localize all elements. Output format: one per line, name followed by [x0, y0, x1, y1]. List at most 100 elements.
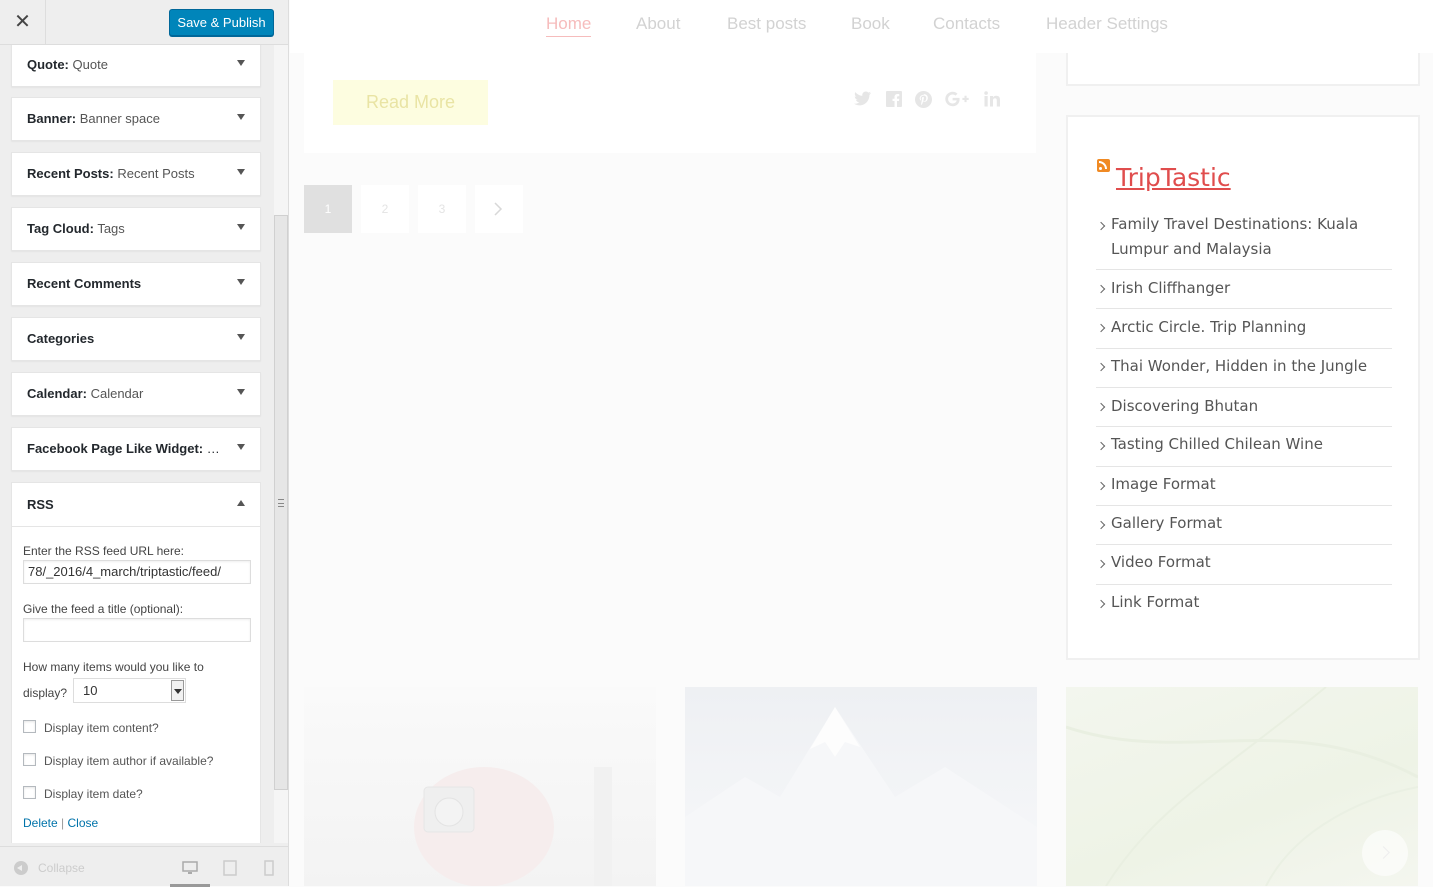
chevron-down-icon[interactable]: [237, 389, 245, 395]
chevron-down-icon[interactable]: [237, 334, 245, 340]
widget-banner[interactable]: Banner: Banner space: [11, 97, 261, 141]
pagination-page-3[interactable]: 3: [418, 185, 466, 233]
feed-item-link[interactable]: Family Travel Destinations: Kuala Lumpur…: [1111, 212, 1391, 262]
chevron-down-icon[interactable]: [237, 444, 245, 450]
rss-url-label: Enter the RSS feed URL here:: [23, 544, 184, 558]
rss-items-label: How many items would you like to: [23, 660, 204, 674]
save-publish-button[interactable]: Save & Publish: [169, 9, 274, 36]
nav-item-book[interactable]: Book: [851, 14, 890, 34]
feed-item[interactable]: Family Travel Destinations: Kuala Lumpur…: [1096, 212, 1392, 270]
nav-item-home[interactable]: Home: [546, 14, 592, 37]
desktop-icon[interactable]: [182, 860, 198, 876]
widget-title: Calendar: [90, 386, 144, 401]
chevron-down-icon[interactable]: [237, 114, 245, 120]
rss-icon[interactable]: [1097, 159, 1110, 172]
feed-item[interactable]: Link Format: [1096, 585, 1392, 624]
feed-item-link[interactable]: Image Format: [1111, 472, 1391, 497]
sidebar-scrollbar[interactable]: [274, 45, 288, 843]
feed-item-link[interactable]: Arctic Circle. Trip Planning: [1111, 315, 1391, 340]
read-more-button[interactable]: Read More: [333, 80, 488, 125]
display-date-label: Display item date?: [44, 787, 143, 801]
collapse-icon[interactable]: [14, 861, 28, 875]
feed-item[interactable]: Irish Cliffhanger: [1096, 270, 1392, 309]
feed-item[interactable]: Tasting Chilled Chilean Wine: [1096, 427, 1392, 467]
nav-item-best-posts[interactable]: Best posts: [727, 14, 806, 34]
display-author-checkbox[interactable]: [23, 753, 36, 766]
feed-item[interactable]: Gallery Format: [1096, 506, 1392, 545]
widget-rss-header[interactable]: RSS: [12, 483, 260, 527]
linkedin-icon[interactable]: [984, 91, 1000, 107]
widget-name: RSS: [27, 497, 54, 512]
rss-feed-widget: TripTastic Family Travel Destinations: K…: [1066, 115, 1420, 660]
widget-facebook-page-like[interactable]: Facebook Page Like Widget: F...: [11, 427, 261, 471]
chevron-right-icon: [1096, 362, 1106, 372]
rss-feed-title[interactable]: TripTastic: [1116, 163, 1231, 192]
post-thumbnail-camera[interactable]: [304, 687, 656, 886]
widget-rss: RSS Enter the RSS feed URL here: 78/_201…: [11, 482, 261, 843]
chevron-up-icon[interactable]: [237, 500, 245, 506]
widget-tag-cloud[interactable]: Tag Cloud: Tags: [11, 207, 261, 251]
sidebar-widget-above: [1066, 53, 1420, 86]
rss-items-value: 10: [83, 683, 98, 698]
nav-item-about[interactable]: About: [636, 14, 680, 34]
widget-title: F...: [206, 441, 222, 456]
feed-item[interactable]: Arctic Circle. Trip Planning: [1096, 309, 1392, 349]
feed-item[interactable]: Image Format: [1096, 467, 1392, 506]
widget-name: Quote:: [27, 57, 69, 72]
google-plus-icon[interactable]: [945, 91, 969, 107]
widget-calendar[interactable]: Calendar: Calendar: [11, 372, 261, 416]
rss-title-field[interactable]: [23, 618, 251, 642]
feed-item[interactable]: Discovering Bhutan: [1096, 388, 1392, 427]
rss-title-label: Give the feed a title (optional):: [23, 602, 184, 616]
chevron-down-icon[interactable]: [237, 169, 245, 175]
chevron-down-icon[interactable]: [237, 60, 245, 66]
nav-item-header-settings[interactable]: Header Settings: [1046, 14, 1168, 34]
widget-name: Tag Cloud:: [27, 221, 94, 236]
chevron-down-icon[interactable]: [171, 680, 184, 701]
pinterest-icon[interactable]: [915, 91, 932, 108]
slider-next-button[interactable]: [1362, 830, 1408, 876]
mobile-icon[interactable]: [261, 860, 277, 876]
pagination-page-2[interactable]: 2: [361, 185, 409, 233]
feed-item[interactable]: Thai Wonder, Hidden in the Jungle: [1096, 349, 1392, 388]
widget-title: Banner space: [79, 111, 160, 126]
close-link[interactable]: Close: [68, 816, 99, 830]
pagination-page-1[interactable]: 1: [304, 185, 352, 233]
feed-item-link[interactable]: Gallery Format: [1111, 511, 1391, 536]
feed-item-link[interactable]: Link Format: [1111, 590, 1391, 615]
feed-item-link[interactable]: Discovering Bhutan: [1111, 394, 1391, 419]
display-date-checkbox[interactable]: [23, 786, 36, 799]
chevron-right-icon: [1096, 221, 1106, 231]
feed-item[interactable]: Video Format: [1096, 545, 1392, 585]
customizer-header: ✕ Save & Publish: [0, 0, 288, 45]
facebook-icon[interactable]: [886, 91, 902, 107]
feed-item-link[interactable]: Tasting Chilled Chilean Wine: [1111, 432, 1391, 457]
rss-items-select[interactable]: 10: [73, 678, 186, 703]
nav-item-contacts[interactable]: Contacts: [933, 14, 1000, 34]
tablet-icon[interactable]: [222, 860, 238, 876]
rss-items-label-2: display?: [23, 686, 68, 700]
widget-recent-posts[interactable]: Recent Posts: Recent Posts: [11, 152, 261, 196]
feed-item-link[interactable]: Irish Cliffhanger: [1111, 276, 1391, 301]
chevron-down-icon[interactable]: [237, 279, 245, 285]
post-thumbnail-mountain[interactable]: [685, 687, 1037, 886]
display-content-checkbox[interactable]: [23, 720, 36, 733]
post-thumbnail-leaf[interactable]: [1066, 687, 1418, 886]
widget-name: Banner:: [27, 111, 77, 126]
chevron-down-icon[interactable]: [237, 224, 245, 230]
display-author-label: Display item author if available?: [44, 754, 214, 768]
close-icon[interactable]: ✕: [0, 0, 46, 45]
widget-categories[interactable]: Categories: [11, 317, 261, 361]
twitter-icon[interactable]: [854, 91, 872, 107]
customizer-footer: Collapse: [0, 846, 288, 887]
rss-url-field[interactable]: 78/_2016/4_march/triptastic/feed/: [23, 560, 251, 584]
scrollbar-thumb[interactable]: [274, 215, 288, 790]
widget-recent-comments[interactable]: Recent Comments: [11, 262, 261, 306]
feed-item-link[interactable]: Thai Wonder, Hidden in the Jungle: [1111, 354, 1391, 379]
chevron-right-icon: [1096, 323, 1106, 333]
delete-link[interactable]: Delete: [23, 816, 58, 830]
pagination-next[interactable]: [475, 185, 523, 233]
collapse-button[interactable]: Collapse: [38, 861, 85, 875]
widget-quote[interactable]: Quote: Quote: [11, 45, 261, 87]
feed-item-link[interactable]: Video Format: [1111, 550, 1391, 575]
